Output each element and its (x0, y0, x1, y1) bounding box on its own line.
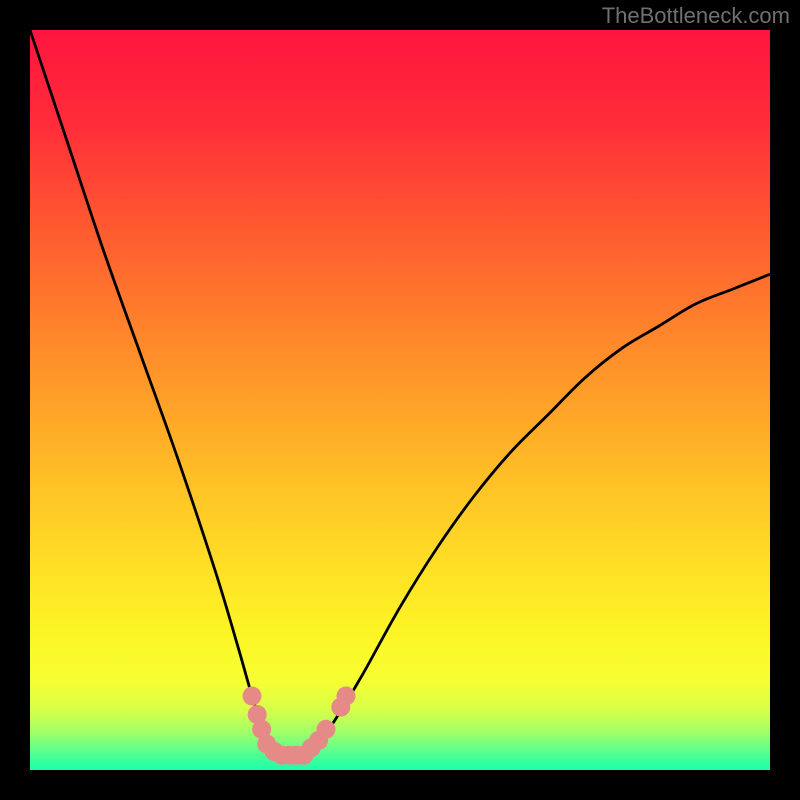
plot-area (30, 30, 770, 770)
chart-frame: TheBottleneck.com (0, 0, 800, 800)
gradient-background (30, 30, 770, 770)
curve-marker-icon (317, 720, 336, 739)
curve-marker-icon (243, 687, 262, 706)
bottleneck-chart (30, 30, 770, 770)
curve-marker-icon (336, 687, 355, 706)
watermark-text: TheBottleneck.com (602, 3, 790, 29)
